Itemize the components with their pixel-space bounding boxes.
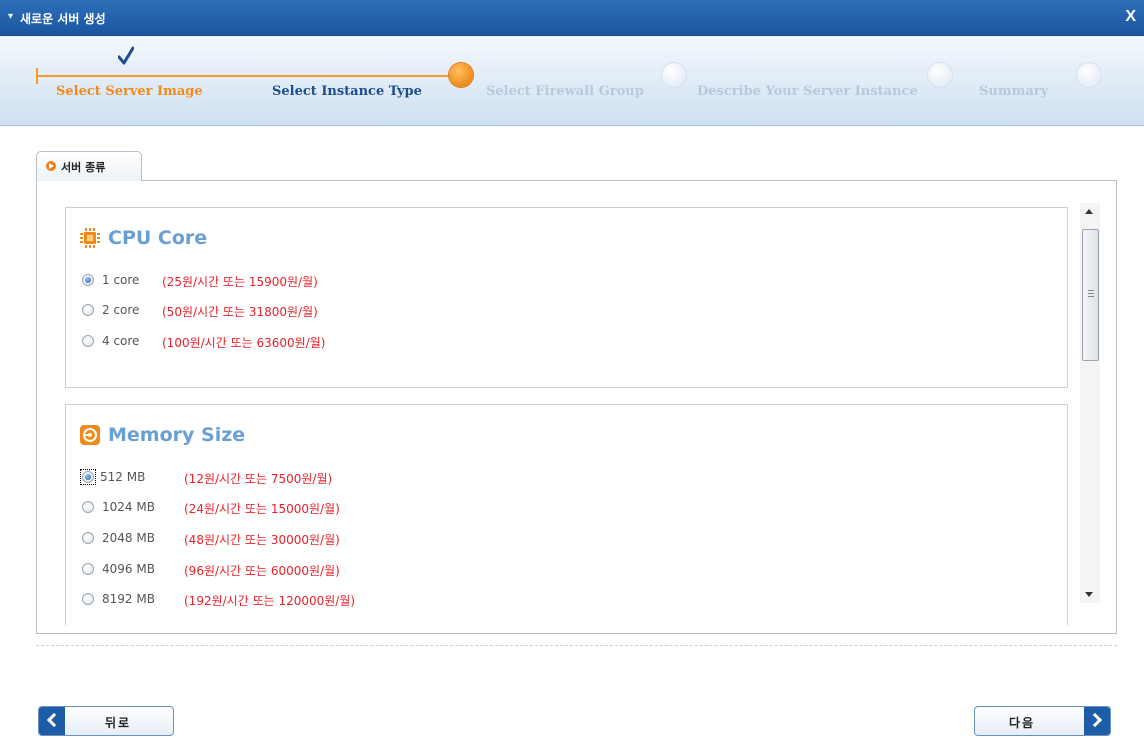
option-label: 1 core — [102, 273, 140, 287]
radio-button[interactable] — [82, 274, 94, 286]
step-label-describe-instance: Describe Your Server Instance — [697, 84, 918, 99]
back-cap — [39, 707, 65, 735]
step-dot-current — [449, 63, 473, 87]
step-dot-describe — [928, 63, 952, 87]
back-button-label: 뒤로 — [105, 716, 132, 730]
step-label-server-image: Select Server Image — [56, 84, 203, 99]
option-label: 512 MB — [100, 470, 146, 484]
radio-button[interactable] — [82, 501, 94, 513]
next-cap — [1084, 707, 1110, 735]
tab-label: 서버 종류 — [61, 161, 106, 174]
scroll-down-arrow-icon[interactable] — [1085, 592, 1093, 597]
option-label: 4096 MB — [102, 562, 155, 576]
progress-line-completed — [36, 75, 461, 77]
memory-size-section: Memory Size 512 MB (12원/시간 또는 7500원/월) 1… — [65, 404, 1068, 625]
radio-button[interactable] — [82, 304, 94, 316]
step-dot-firewall — [662, 63, 686, 87]
cpu-section-title: CPU Core — [108, 227, 208, 249]
option-price: (96원/시간 또는 60000원/월) — [184, 564, 340, 578]
progress-line-remaining — [461, 75, 1091, 77]
next-button[interactable]: 다음 — [974, 706, 1111, 736]
tab-server-type[interactable]: 서버 종류 — [36, 151, 142, 181]
vertical-scrollbar[interactable] — [1080, 203, 1100, 603]
option-price: (50원/시간 또는 31800원/월) — [162, 305, 318, 319]
scroll-up-arrow-icon[interactable] — [1085, 209, 1093, 214]
radio-button[interactable] — [82, 563, 94, 575]
play-bullet-icon — [46, 161, 56, 171]
chevron-left-icon — [46, 712, 62, 728]
server-type-panel: CPU Core 1 core (25원/시간 또는 15900원/월) 2 c… — [36, 180, 1117, 634]
checkmark-icon — [118, 46, 134, 65]
grip-icon — [1088, 290, 1094, 297]
step-label-firewall-group: Select Firewall Group — [486, 84, 644, 99]
chevron-right-icon — [1087, 712, 1103, 728]
option-price: (12원/시간 또는 7500원/월) — [184, 472, 333, 486]
cpu-core-section: CPU Core 1 core (25원/시간 또는 15900원/월) 2 c… — [65, 207, 1068, 388]
option-price: (24원/시간 또는 15000원/월) — [184, 502, 340, 516]
options-scroll-area[interactable]: CPU Core 1 core (25원/시간 또는 15900원/월) 2 c… — [65, 207, 1070, 625]
window-title-bar: ▾ 새로운 서버 생성 X — [0, 0, 1144, 36]
memory-section-title: Memory Size — [108, 424, 246, 446]
option-price: (100원/시간 또는 63600원/월) — [162, 336, 326, 350]
memory-disk-icon — [80, 425, 100, 445]
radio-button[interactable] — [82, 593, 94, 605]
radio-button[interactable] — [82, 532, 94, 544]
option-price: (192원/시간 또는 120000원/월) — [184, 594, 356, 608]
step-dot-summary — [1077, 63, 1101, 87]
divider — [36, 645, 1117, 646]
wizard-progress: Select Server Image Select Instance Type… — [0, 36, 1144, 126]
radio-button[interactable] — [82, 335, 94, 347]
option-label: 1024 MB — [102, 500, 155, 514]
step-label-summary: Summary — [979, 84, 1049, 99]
option-price: (48원/시간 또는 30000원/월) — [184, 533, 340, 547]
scrollbar-thumb[interactable] — [1082, 229, 1099, 361]
cpu-chip-icon — [80, 228, 100, 248]
window-title: 새로운 서버 생성 — [20, 12, 106, 26]
radio-button[interactable] — [82, 471, 94, 483]
option-label: 4 core — [102, 334, 140, 348]
option-label: 8192 MB — [102, 592, 155, 606]
option-price: (25원/시간 또는 15900원/월) — [162, 275, 318, 289]
option-label: 2 core — [102, 303, 140, 317]
collapse-icon[interactable]: ▾ — [8, 11, 13, 22]
back-button[interactable]: 뒤로 — [38, 706, 174, 736]
step-label-instance-type: Select Instance Type — [272, 84, 422, 99]
close-icon[interactable]: X — [1125, 8, 1136, 26]
option-label: 2048 MB — [102, 531, 155, 545]
next-button-label: 다음 — [1009, 716, 1036, 730]
